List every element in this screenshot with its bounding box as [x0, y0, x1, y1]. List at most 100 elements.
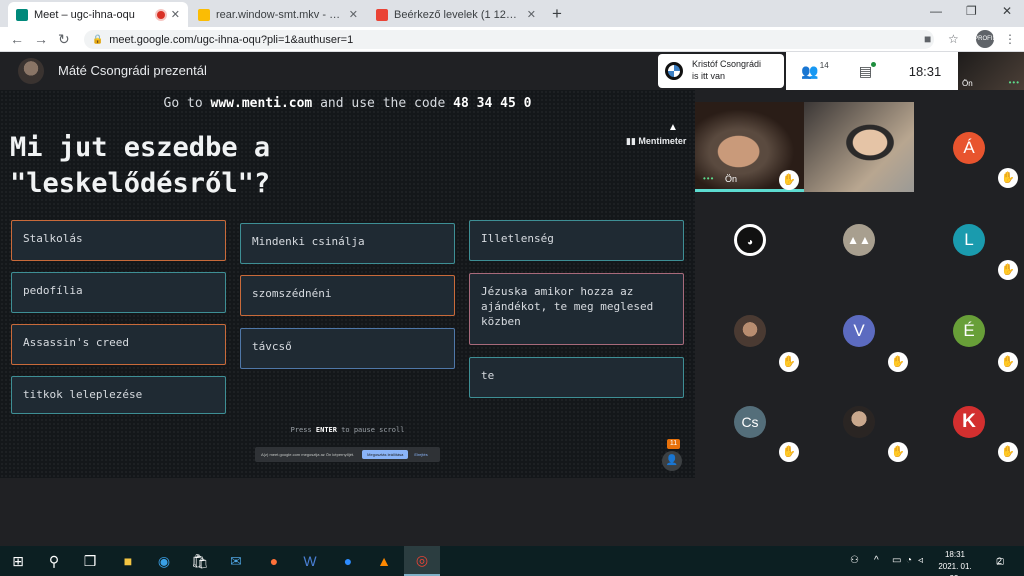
maximize-button[interactable]: ❐ — [966, 4, 977, 18]
network-icon[interactable]: ◔ — [906, 555, 912, 566]
hide-banner-button[interactable]: Elrejtés — [414, 452, 427, 457]
close-window-button[interactable]: ✕ — [1002, 4, 1012, 18]
people-tray-icon[interactable]: ⚇ — [850, 555, 859, 566]
tab-meet[interactable]: Meet – ugc-ihna-oqu ✕ — [8, 2, 188, 27]
scroll-hint-post: to pause scroll — [341, 426, 405, 434]
participant-avatar[interactable]: É — [953, 315, 985, 347]
answer-card: Stalkolás — [11, 220, 226, 261]
mouse-cursor-icon: ▲ — [668, 122, 678, 133]
notification-message: is itt van — [692, 71, 726, 81]
close-tab-icon[interactable]: ✕ — [349, 8, 358, 21]
windows-taskbar: ⊞ ⚲ ❒ ■ ◉ 🛍 ✉ ● W ● ▲ ◎ ⚇ ^ ▭ ◔ ◃ 18:31 … — [0, 546, 1024, 576]
answer-card: szomszédnéni — [240, 275, 455, 316]
zoom-button[interactable]: ● — [330, 546, 366, 576]
action-center-button[interactable]: ▢ 2 — [990, 551, 1010, 571]
raised-hand-icon: ✋ — [998, 442, 1018, 462]
vlc-button[interactable]: ▲ — [366, 546, 402, 576]
people-count: 14 — [819, 60, 829, 70]
chat-button[interactable]: ▤ — [844, 52, 892, 90]
join-notification[interactable]: Kristóf Csongrádi is itt van — [658, 54, 784, 88]
taskbar-clock[interactable]: 18:31 2021. 01. 22. — [932, 549, 978, 576]
participant-avatar-photo[interactable] — [734, 315, 766, 347]
participant-avatar[interactable]: V — [843, 315, 875, 347]
tab-drive[interactable]: rear.window-smt.mkv - Google Dr ✕ — [190, 2, 366, 27]
forward-button[interactable]: → — [34, 31, 48, 47]
audio-level-icon: ••• — [1008, 78, 1020, 87]
minimize-button[interactable]: — — [930, 4, 942, 18]
code-value: 48 34 45 0 — [453, 96, 532, 111]
edge-button[interactable]: ◉ — [146, 546, 182, 576]
file-explorer-button[interactable]: ■ — [110, 546, 146, 576]
address-bar[interactable]: 🔒 meet.google.com/ugc-ihna-oqu?pli=1&aut… — [84, 30, 934, 49]
answer-card: Mindenki csinálja — [240, 223, 455, 264]
task-view-button[interactable]: ❒ — [72, 546, 108, 576]
firefox-button[interactable]: ● — [256, 546, 292, 576]
question-line-2: "leskelődésről"? — [10, 168, 271, 199]
code-prefix: Go to — [163, 96, 203, 111]
question-title: Mi jut eszedbe a "leskelődésről"? — [10, 130, 270, 202]
presenter-avatar — [18, 58, 44, 84]
raised-hand-icon: ✋ — [998, 260, 1018, 280]
tab-title: Meet – ugc-ihna-oqu — [34, 8, 135, 21]
notification-text: Kristóf Csongrádi is itt van — [692, 58, 761, 82]
tab-gmail[interactable]: Beérkező levelek (1 120) - michel ✕ — [368, 2, 544, 27]
people-button[interactable]: 👥 14 — [786, 52, 844, 90]
participant-avatar[interactable]: Cs — [734, 406, 766, 438]
people-icon: 👥 — [801, 62, 819, 79]
store-icon: 🛍 — [191, 552, 209, 569]
camera-icon[interactable]: ■ — [924, 32, 931, 46]
url-text: meet.google.com/ugc-ihna-oqu?pli=1&authu… — [109, 33, 354, 46]
mail-button[interactable]: ✉ — [218, 546, 254, 576]
close-tab-icon[interactable]: ✕ — [171, 8, 180, 21]
answer-card: távcső — [240, 328, 455, 369]
meeting-clock: 18:31 — [892, 52, 958, 90]
mentimeter-icon: ▮▮ — [626, 136, 639, 146]
search-button[interactable]: ⚲ — [36, 546, 72, 576]
chrome-button[interactable]: ◎ — [404, 546, 440, 576]
answer-card: Illetlenség — [469, 220, 684, 261]
answer-card: pedofília — [11, 272, 226, 313]
raised-hand-icon: ✋ — [779, 352, 799, 372]
chat-icon: ▤ — [858, 62, 873, 79]
participant-video-tile[interactable] — [804, 102, 914, 192]
code-site: www.menti.com — [210, 96, 313, 111]
battery-icon[interactable]: ▭ — [892, 555, 901, 566]
windows-logo-icon: ⊞ — [12, 552, 24, 569]
bmw-avatar[interactable]: ◕ — [734, 224, 766, 256]
screen-share-banner: A(z) meet.google.com megosztja az Ön kép… — [255, 447, 440, 462]
profile-avatar[interactable]: PROFIL — [974, 30, 996, 48]
answer-card: titkok leleplezése — [11, 376, 226, 414]
chrome-icon: ◎ — [415, 551, 429, 568]
volume-icon[interactable]: ◃ — [918, 555, 923, 566]
store-button[interactable]: 🛍 — [182, 546, 218, 576]
participant-avatar-logo[interactable]: K — [953, 406, 985, 438]
participant-avatar-photo[interactable]: ▲▲ — [843, 224, 875, 256]
recording-icon — [156, 10, 165, 19]
zoom-icon: ● — [343, 553, 353, 569]
stop-sharing-button[interactable]: Megosztás leállítása — [362, 450, 409, 459]
meet-favicon-icon — [16, 8, 28, 21]
raised-hand-icon: ✋ — [998, 168, 1018, 188]
mail-icon: ✉ — [230, 552, 242, 569]
tab-title: Beérkező levelek (1 120) - michel — [394, 8, 521, 21]
back-button[interactable]: ← — [10, 31, 24, 47]
participant-avatar[interactable]: L — [953, 224, 985, 256]
bookmark-star-icon[interactable]: ☆ — [948, 32, 959, 46]
edge-icon: ◉ — [157, 552, 171, 569]
scroll-hint-key: ENTER — [315, 426, 337, 434]
vlc-icon: ▲ — [377, 553, 391, 569]
participant-avatar[interactable]: Á — [953, 132, 985, 164]
clock-time: 18:31 — [944, 550, 966, 559]
show-hidden-icons[interactable]: ^ — [874, 555, 879, 566]
word-button[interactable]: W — [292, 546, 328, 576]
start-button[interactable]: ⊞ — [0, 546, 36, 576]
participant-avatar-photo[interactable] — [843, 406, 875, 438]
self-view-thumbnail[interactable]: Ön ••• — [958, 52, 1024, 90]
reload-button[interactable]: ↻ — [58, 31, 70, 48]
new-tab-button[interactable]: + — [552, 4, 562, 24]
menu-icon[interactable]: ⋮ — [1004, 32, 1016, 46]
close-tab-icon[interactable]: ✕ — [527, 8, 536, 21]
gmail-favicon-icon — [376, 8, 388, 21]
answer-card: te — [469, 357, 684, 398]
chat-unread-dot — [871, 61, 877, 67]
